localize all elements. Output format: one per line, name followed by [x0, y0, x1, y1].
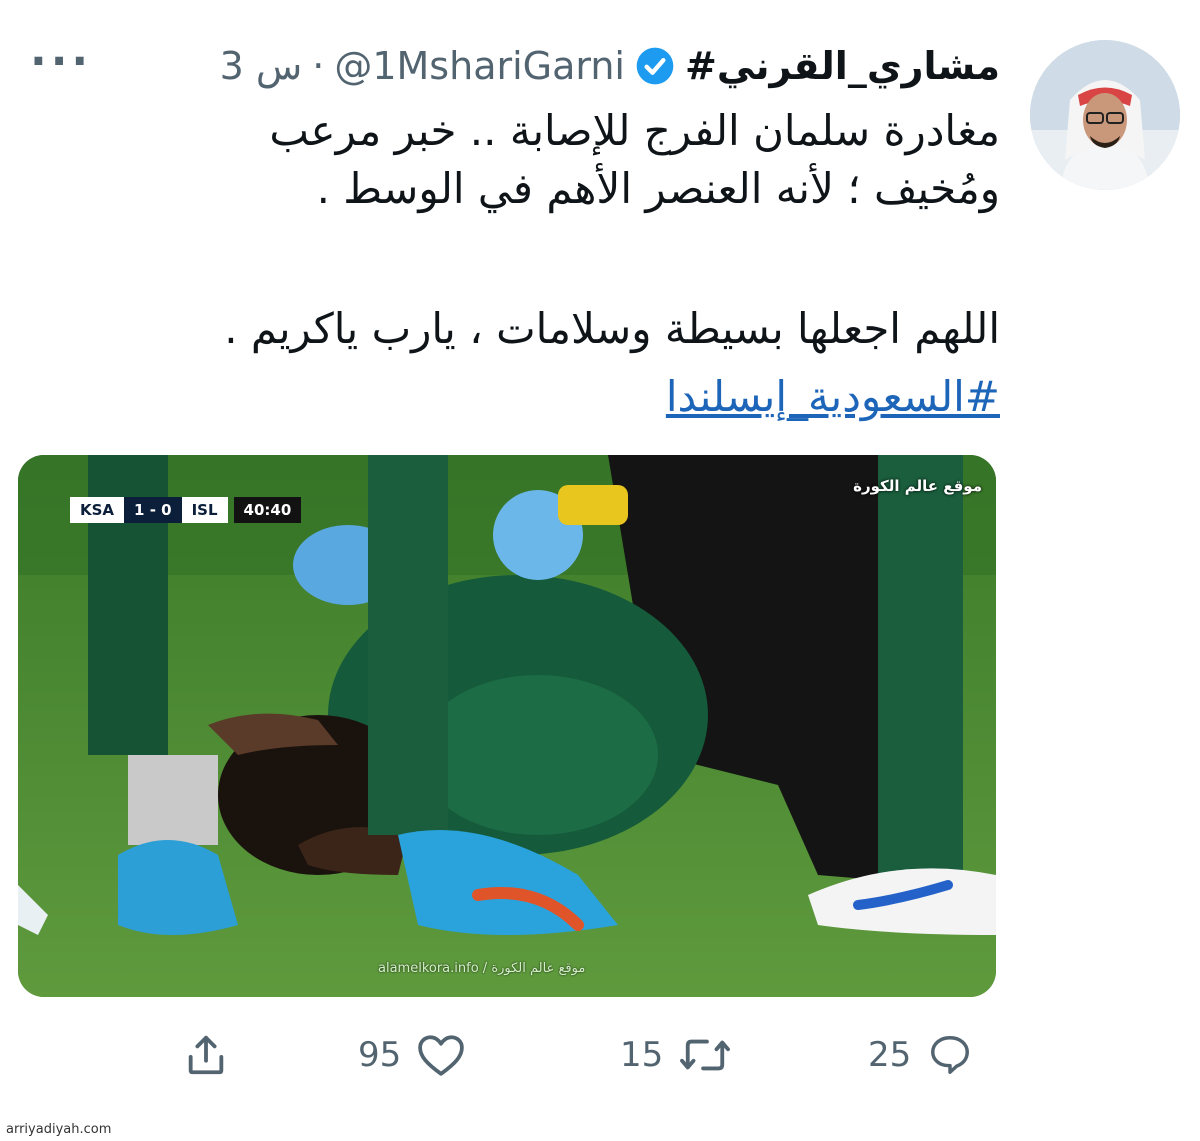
handle[interactable]: @1MshariGarni	[334, 44, 625, 88]
source-credit: arriyadiyah.com	[6, 1122, 112, 1137]
like-button[interactable]: 95	[358, 1030, 467, 1080]
reply-button[interactable]: 25	[868, 1030, 975, 1080]
media-photo	[18, 455, 996, 997]
share-icon	[188, 1035, 224, 1075]
verified-badge-icon	[636, 47, 674, 85]
watermark-top: موقع عالم الكورة	[853, 477, 982, 495]
separator: ·	[312, 44, 325, 88]
avatar[interactable]	[1030, 40, 1180, 190]
retweet-icon	[680, 1039, 731, 1071]
more-icon[interactable]: ···	[30, 36, 92, 87]
match-clock: 40:40	[233, 497, 302, 523]
like-icon	[418, 1035, 465, 1076]
hashtag-link[interactable]: #السعودية_إيسلندا	[666, 368, 1000, 426]
display-name[interactable]: #مشاري_القرني	[685, 44, 1000, 88]
tweet-media[interactable]: KSA 1 - 0 ISL 40:40 موقع عالم الكورة ala…	[18, 455, 996, 997]
reply-count: 25	[868, 1035, 912, 1075]
watermark-bottom: alamelkora.info / موقع عالم الكورة	[378, 961, 586, 976]
tweet-header: #مشاري_القرني @1MshariGarni · 3 س	[220, 38, 1000, 94]
timestamp[interactable]: 3 س	[220, 44, 303, 88]
avatar-image	[1030, 40, 1180, 190]
like-count: 95	[358, 1035, 402, 1075]
reply-icon	[931, 1036, 970, 1074]
retweet-count: 15	[620, 1035, 664, 1075]
tweet-text-line: اللهم اجعلها بسيطة وسلامات ، يارب ياكريم…	[224, 304, 1000, 353]
tweet-text-line: مغادرة سلمان الفرج للإصابة .. خبر مرعب	[269, 106, 1000, 155]
home-team: KSA	[70, 497, 125, 523]
scoreboard: KSA 1 - 0 ISL 40:40	[70, 497, 302, 523]
tweet-text-line: ومُخيف ؛ لأنه العنصر الأهم في الوسط .	[316, 164, 1000, 213]
retweet-button[interactable]: 15	[620, 1030, 733, 1080]
score: 1 - 0	[124, 497, 182, 523]
share-button[interactable]	[186, 1030, 226, 1080]
away-team: ISL	[181, 497, 228, 523]
